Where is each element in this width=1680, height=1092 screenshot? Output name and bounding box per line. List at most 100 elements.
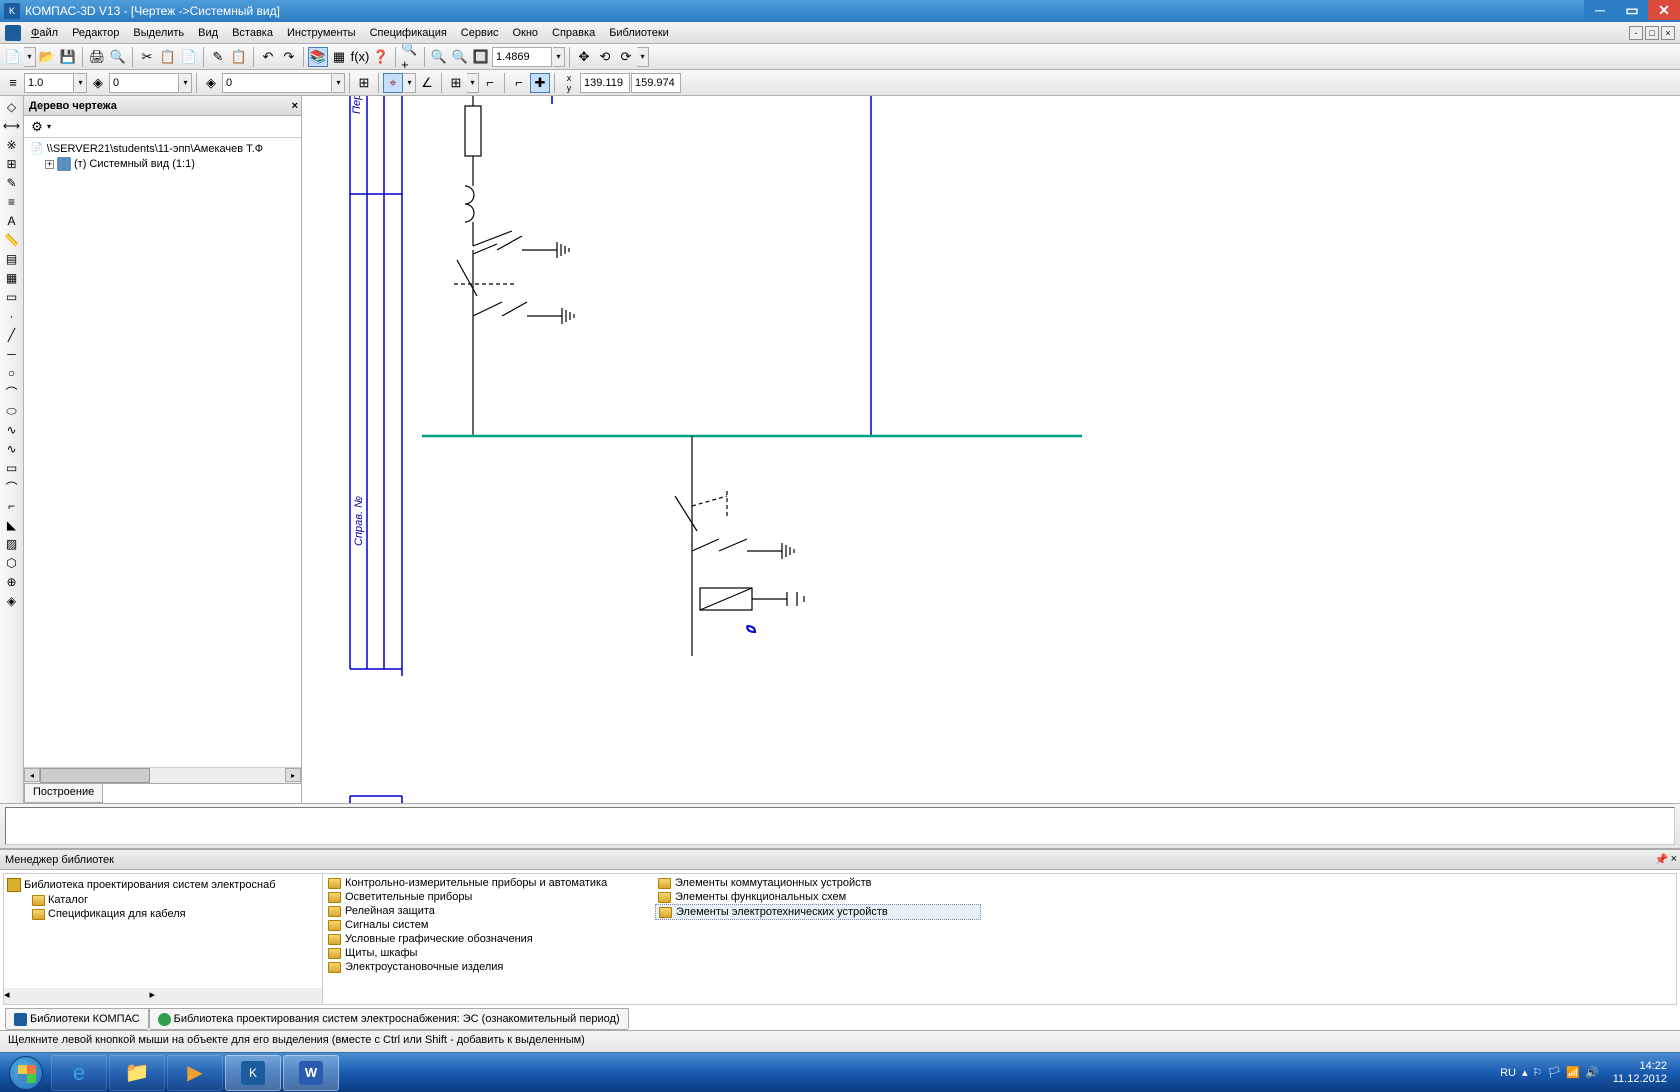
mdi-minimize[interactable]: - (1629, 26, 1643, 40)
tree-close-button[interactable]: × (292, 100, 298, 112)
lib-tree-spec[interactable]: Спецификация для кабеля (7, 907, 319, 921)
library-close-button[interactable]: × (1671, 853, 1677, 866)
layer-mgr-button[interactable]: ◈ (201, 73, 221, 93)
signs-tool[interactable]: ※ (2, 136, 22, 154)
tree-hscroll[interactable]: ◂▸ (24, 767, 301, 783)
task-word[interactable]: W (283, 1055, 339, 1091)
print-button[interactable]: 🖨 (87, 47, 107, 67)
tray-clock[interactable]: 14:22 11.12.2012 (1605, 1060, 1675, 1086)
params-tool[interactable]: ≡ (2, 193, 22, 211)
curve-tool[interactable]: ⌒ (2, 478, 22, 496)
spline-tool[interactable]: ∿ (2, 421, 22, 439)
point-tool[interactable]: · (2, 307, 22, 325)
menu-select[interactable]: Выделить (126, 27, 191, 39)
rect-tool[interactable]: ▭ (2, 459, 22, 477)
task-explorer[interactable]: 📁 (109, 1055, 165, 1091)
zoom-fit-button[interactable]: 🔲 (471, 47, 491, 67)
fillet-tool[interactable]: ⌐ (2, 497, 22, 515)
menu-edit[interactable]: Редактор (65, 27, 126, 39)
menu-service[interactable]: Сервис (454, 27, 506, 39)
tree-config-button[interactable]: ⚙ (27, 117, 47, 137)
paste-button[interactable]: 📄 (179, 47, 199, 67)
menu-tools[interactable]: Инструменты (280, 27, 363, 39)
tray-action-icon[interactable]: ⚐ (1533, 1066, 1543, 1079)
snap-end-button[interactable]: ⌖ (383, 73, 403, 93)
ellipse-tool[interactable]: ⬭ (2, 402, 22, 420)
tree-child-item[interactable]: + (т) Системный вид (1:1) (27, 156, 298, 172)
line-tool[interactable]: ╱ (2, 326, 22, 344)
style1-input[interactable] (24, 73, 74, 93)
arc-tool[interactable]: ⌒ (2, 383, 22, 401)
layer-input[interactable] (222, 73, 332, 93)
snap-button[interactable]: ⊞ (354, 73, 374, 93)
coord-button[interactable]: ✚ (530, 73, 550, 93)
library-manager-button[interactable]: 📚 (308, 47, 328, 67)
expand-icon[interactable]: + (45, 160, 54, 169)
menu-window[interactable]: Окно (505, 27, 545, 39)
bezier-tool[interactable]: ∿ (2, 440, 22, 458)
task-kompas[interactable]: K (225, 1055, 281, 1091)
lib-item-commut[interactable]: Элементы коммутационных устройств (655, 876, 981, 890)
coord-x-input[interactable] (580, 73, 630, 93)
text-tool[interactable]: A (2, 212, 22, 230)
minimize-button[interactable]: ─ (1584, 0, 1616, 20)
coord-y-input[interactable] (631, 73, 681, 93)
library-tab-es[interactable]: Библиотека проектирования систем электро… (149, 1008, 629, 1030)
new-button[interactable]: 📄 (3, 47, 23, 67)
rebuild-button[interactable]: ⟲ (595, 47, 615, 67)
style1-dropdown[interactable]: ▾ (75, 73, 87, 93)
views-tool[interactable]: ▭ (2, 288, 22, 306)
open-button[interactable]: 📂 (37, 47, 57, 67)
task-ie[interactable]: e (51, 1055, 107, 1091)
zoom-dropdown[interactable]: ▾ (553, 47, 565, 67)
lib-item-kip[interactable]: Контрольно-измерительные приборы и автом… (325, 876, 651, 890)
grid-dropdown[interactable]: ▾ (467, 73, 479, 93)
circle-tool[interactable]: ○ (2, 364, 22, 382)
style2-input[interactable] (109, 73, 179, 93)
lib-scroll-right[interactable]: ▸ (150, 988, 156, 1004)
maximize-button[interactable]: ▭ (1616, 0, 1648, 20)
lib-tree-catalog[interactable]: Каталог (7, 893, 319, 907)
lib-item-relay[interactable]: Релейная защита (325, 904, 651, 918)
move-button[interactable]: ✥ (574, 47, 594, 67)
undo-button[interactable]: ↶ (258, 47, 278, 67)
layer-button[interactable]: ◈ (88, 73, 108, 93)
zoom-in-button[interactable]: 🔍+ (400, 47, 420, 67)
menu-view[interactable]: Вид (191, 27, 225, 39)
zoom-prev-button[interactable]: 🔍 (450, 47, 470, 67)
copy-props-button[interactable]: 📋 (229, 47, 249, 67)
tree-tab-build[interactable]: Построение (24, 784, 103, 803)
dimensions-tool[interactable]: ⟷ (2, 117, 22, 135)
report-tool[interactable]: ▦ (2, 269, 22, 287)
mdi-restore[interactable]: □ (1645, 26, 1659, 40)
measure-tool[interactable]: 📏 (2, 231, 22, 249)
menu-libs[interactable]: Библиотеки (602, 27, 676, 39)
variables-button[interactable]: f(x) (350, 47, 370, 67)
save-button[interactable]: 💾 (58, 47, 78, 67)
lib-item-panels[interactable]: Щиты, шкафы (325, 946, 651, 960)
edit-tool[interactable]: ✎ (2, 174, 22, 192)
library-tree[interactable]: Библиотека проектирования систем электро… (3, 874, 323, 1004)
cut-button[interactable]: ✂ (137, 47, 157, 67)
equidist-tool[interactable]: ⊕ (2, 573, 22, 591)
lib-item-ugo[interactable]: Условные графические обозначения (325, 932, 651, 946)
lib-item-electro[interactable]: Элементы электротехнических устройств (655, 904, 981, 920)
tray-flag-icon[interactable]: 🏳 (1547, 1066, 1561, 1079)
menu-help[interactable]: Справка (545, 27, 602, 39)
tray-lang[interactable]: RU (1500, 1067, 1516, 1079)
lib-item-signals[interactable]: Сигналы систем (325, 918, 651, 932)
menu-file[interactable]: ФФайлайл (24, 27, 65, 39)
drawing-canvas[interactable]: Пер Справ. № (302, 96, 1680, 803)
angle-snap-button[interactable]: ∠ (417, 73, 437, 93)
help-button[interactable]: ❓ (371, 47, 391, 67)
menu-insert[interactable]: Вставка (225, 27, 280, 39)
mdi-close[interactable]: × (1661, 26, 1675, 40)
local-cs-button[interactable]: ⌐ (509, 73, 529, 93)
tray-network-icon[interactable]: 📶 (1566, 1066, 1580, 1079)
tree-body[interactable]: 📄 \\SERVER21\students\11-эпп\Амекачев Т.… (24, 138, 301, 767)
library-tab-kompas[interactable]: Библиотеки КОМПАС (5, 1008, 149, 1030)
segment-tool[interactable]: ─ (2, 345, 22, 363)
lib-item-install[interactable]: Электроустановочные изделия (325, 960, 651, 974)
axes-tool[interactable]: ⊞ (2, 155, 22, 173)
tray-volume-icon[interactable]: 🔊 (1585, 1066, 1599, 1079)
